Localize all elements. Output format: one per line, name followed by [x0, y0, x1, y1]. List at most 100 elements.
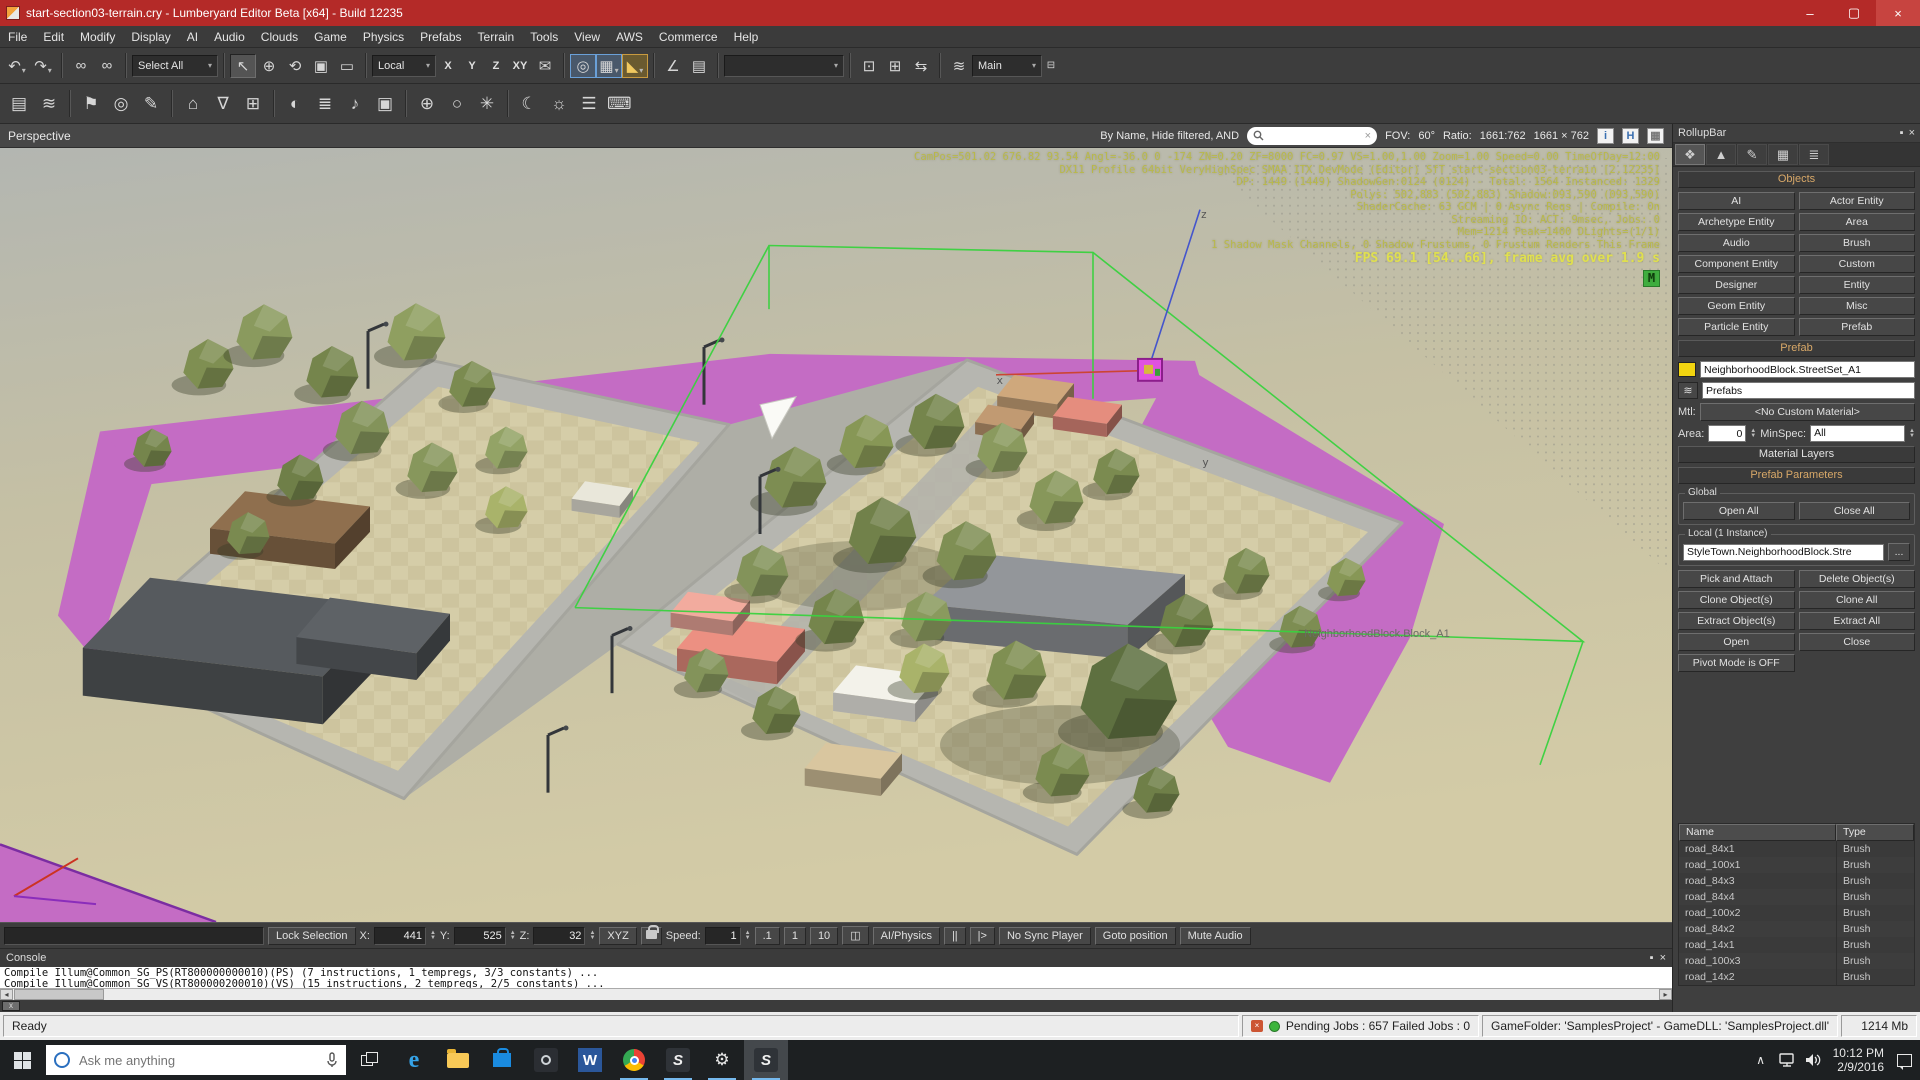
redo-button[interactable]: ↷▾ — [30, 54, 56, 78]
x-coord-input[interactable] — [374, 927, 426, 945]
toolbar2-icon-16[interactable]: ☾ — [514, 89, 544, 119]
clone-objects-button[interactable]: Clone Object(s) — [1678, 591, 1795, 609]
menu-terrain[interactable]: Terrain — [470, 30, 523, 44]
console-hscrollbar[interactable]: ◂ ▸ — [0, 988, 1672, 1000]
menu-display[interactable]: Display — [123, 30, 178, 44]
taskbar-app-lumberyard[interactable]: S — [656, 1040, 700, 1080]
tab-display[interactable]: ▦ — [1768, 144, 1798, 165]
minspec-dropdown[interactable]: All — [1810, 425, 1905, 442]
open-all-button[interactable]: Open All — [1683, 502, 1795, 520]
y-coord-input[interactable] — [454, 927, 506, 945]
table-row[interactable]: road_100x3Brush — [1679, 953, 1914, 969]
clear-search-icon[interactable]: × — [1365, 130, 1371, 142]
named-selection-dropdown[interactable]: ▾ — [724, 55, 844, 77]
volume-icon[interactable] — [1801, 1040, 1825, 1080]
lock-selection-button[interactable]: Lock Selection — [268, 927, 356, 945]
toolbar2-icon-12[interactable]: ▣ — [370, 89, 400, 119]
menu-physics[interactable]: Physics — [355, 30, 412, 44]
microphone-icon[interactable] — [326, 1052, 338, 1068]
object-list-button[interactable]: ▤ — [686, 54, 712, 78]
follow-terrain-toggle[interactable]: ◎ — [570, 54, 596, 78]
step-button[interactable]: |> — [970, 927, 995, 945]
object-type-prefab[interactable]: Prefab — [1799, 318, 1916, 336]
object-type-audio[interactable]: Audio — [1678, 234, 1795, 252]
fov-value[interactable]: 60° — [1418, 130, 1435, 142]
clone-all-button[interactable]: Clone All — [1799, 591, 1916, 609]
object-type-geom-entity[interactable]: Geom Entity — [1678, 297, 1795, 315]
measure-tool-button[interactable]: ∠ — [660, 54, 686, 78]
column-header-type[interactable]: Type — [1836, 824, 1914, 841]
chevron-down-icon[interactable]: ▾ — [48, 66, 52, 75]
tab-layers[interactable]: ≣ — [1799, 144, 1829, 165]
object-type-custom[interactable]: Custom — [1799, 255, 1916, 273]
toolbar2-icon-8[interactable]: ⊞ — [238, 89, 268, 119]
minspec-spinner[interactable]: ▲▼ — [1909, 429, 1915, 439]
extract-all-button[interactable]: Extract All — [1799, 612, 1916, 630]
table-row[interactable]: road_84x2Brush — [1679, 921, 1914, 937]
tab-objects[interactable]: ❖ — [1675, 144, 1705, 165]
axis-z-button[interactable]: Z — [484, 55, 508, 77]
toolbar2-icon-13[interactable]: ⊕ — [412, 89, 442, 119]
area-select-button[interactable]: ▭ — [334, 54, 360, 78]
taskbar-clock[interactable]: 10:12 PM 2/9/2016 — [1827, 1040, 1890, 1080]
snap-angle-toggle[interactable]: ◣▾ — [622, 54, 648, 78]
menu-commerce[interactable]: Commerce — [651, 30, 726, 44]
object-type-area[interactable]: Area — [1799, 213, 1916, 231]
pivot-mode-button[interactable]: Pivot Mode is OFF — [1678, 654, 1795, 672]
chevron-down-icon[interactable]: ▾ — [22, 66, 26, 75]
toolbar2-icon-19[interactable]: ⌨ — [604, 89, 635, 119]
speed-input[interactable] — [705, 927, 741, 945]
info-button[interactable]: i — [1597, 128, 1614, 144]
grid-view-button[interactable]: ▦ — [1647, 128, 1664, 144]
toolbar2-icon-14[interactable]: ○ — [442, 89, 472, 119]
table-row[interactable]: road_84x1Brush — [1679, 841, 1914, 857]
viewport-search[interactable]: × — [1247, 127, 1377, 145]
z-spinner[interactable]: ▲▼ — [589, 931, 595, 941]
minimize-button[interactable]: – — [1788, 0, 1832, 26]
menu-clouds[interactable]: Clouds — [253, 30, 306, 44]
z-coord-input[interactable] — [533, 927, 585, 945]
object-type-brush[interactable]: Brush — [1799, 234, 1916, 252]
object-type-component-entity[interactable]: Component Entity — [1678, 255, 1795, 273]
local-prefab-field[interactable] — [1683, 544, 1884, 561]
scroll-left-icon[interactable]: ◂ — [0, 989, 13, 1000]
area-spinner[interactable]: ▲▼ — [1750, 429, 1756, 439]
toolbar2-icon-6[interactable]: ⌂ — [178, 89, 208, 119]
close-icon[interactable]: × — [1660, 952, 1666, 964]
taskbar-app-store[interactable] — [480, 1040, 524, 1080]
action-center-button[interactable] — [1892, 1040, 1916, 1080]
toolbar1-icon-a[interactable]: ⊡ — [856, 54, 882, 78]
helpers-button[interactable]: H — [1622, 128, 1639, 144]
link-button[interactable]: ∞ — [68, 54, 94, 78]
close-all-button[interactable]: Close All — [1799, 502, 1911, 520]
toolbar2-icon-3[interactable]: ⚑ — [76, 89, 106, 119]
prefab-section-header[interactable]: Prefab — [1678, 340, 1915, 357]
ratio-value[interactable]: 1661:762 — [1480, 130, 1526, 142]
prefab-color-swatch[interactable] — [1678, 362, 1696, 377]
toolbar2-icon-9[interactable]: ◐ — [280, 89, 310, 119]
chevron-down-icon[interactable]: ▾ — [639, 66, 643, 75]
prefab-library-field[interactable] — [1702, 382, 1915, 399]
column-header-name[interactable]: Name — [1679, 824, 1836, 841]
snap-grid-toggle[interactable]: ▦▾ — [596, 54, 622, 78]
prefab-name-field[interactable] — [1700, 361, 1915, 378]
object-type-archetype-entity[interactable]: Archetype Entity — [1678, 213, 1795, 231]
speed-preset-10-button[interactable]: 10 — [810, 927, 838, 945]
menu-help[interactable]: Help — [726, 30, 767, 44]
viewport-mode-button[interactable]: Perspective — [8, 129, 71, 143]
filter-mode-label[interactable]: By Name, Hide filtered, AND — [1100, 130, 1239, 142]
toolbar2-icon-17[interactable]: ☼ — [544, 89, 574, 119]
console-output[interactable]: Compile Illum@Common_SG_PS(RT80000000001… — [0, 967, 1672, 988]
no-sync-player-button[interactable]: No Sync Player — [999, 927, 1091, 945]
object-type-actor-entity[interactable]: Actor Entity — [1799, 192, 1916, 210]
select-tool-button[interactable]: ↖ — [230, 54, 256, 78]
scroll-right-icon[interactable]: ▸ — [1659, 989, 1672, 1000]
table-row[interactable]: road_100x1Brush — [1679, 857, 1914, 873]
viewport-3d[interactable]: CamPos=501.02 676.82 93.54 Angl=-36.0 0 … — [0, 148, 1672, 922]
y-spinner[interactable]: ▲▼ — [510, 931, 516, 941]
search-input[interactable] — [1268, 129, 1361, 143]
start-button[interactable] — [0, 1040, 44, 1080]
move-tool-button[interactable]: ⊕ — [256, 54, 282, 78]
xyz-mode-button[interactable]: XYZ — [599, 927, 636, 945]
taskbar-app-settings[interactable]: ⚙ — [700, 1040, 744, 1080]
